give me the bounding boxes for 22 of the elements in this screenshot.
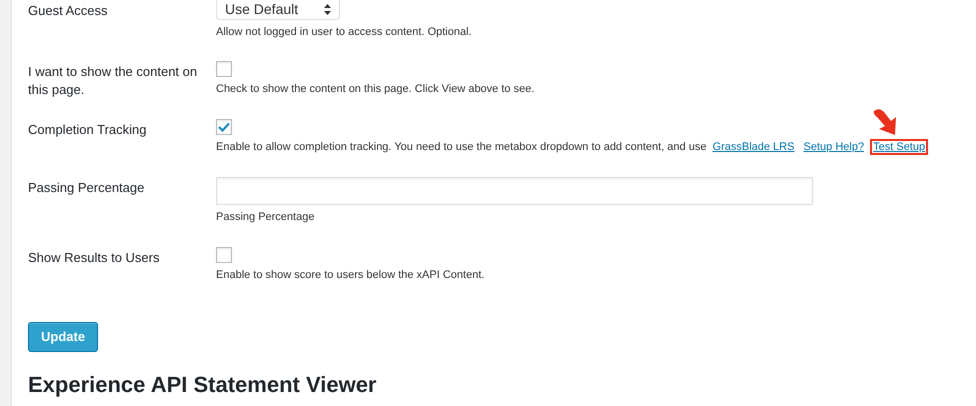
- field-label: Guest Access: [28, 3, 108, 18]
- select-field[interactable]: Use Default: [216, 0, 340, 20]
- input-field[interactable]: [216, 177, 813, 205]
- help-link[interactable]: Setup Help?: [800, 139, 868, 155]
- update-button[interactable]: Update: [28, 322, 98, 352]
- section-heading: Experience API Statement Viewer: [28, 371, 378, 398]
- checkbox[interactable]: [216, 61, 232, 77]
- select-arrows-icon: [324, 4, 331, 15]
- checkmark-icon: [218, 122, 230, 132]
- help-text: Enable to allow completion tracking. You need to use the metabox dropdown to add content, and use: [216, 141, 706, 153]
- field-label: Passing Percentage: [28, 180, 144, 195]
- field-label: I want to show the content on this page.: [28, 64, 198, 97]
- help-link[interactable]: Test Setup: [870, 139, 928, 155]
- field-label: Completion Tracking: [28, 122, 146, 137]
- checkbox[interactable]: [216, 247, 232, 263]
- help-link[interactable]: GrassBlade LRS: [710, 139, 798, 155]
- checkbox[interactable]: [216, 119, 232, 135]
- field-label: Show Results to Users: [28, 250, 160, 265]
- help-text: Check to show the content on this page. Click View above to see.: [216, 83, 534, 95]
- help-text: Allow not logged in user to access content. Optional.: [216, 26, 472, 38]
- help-text: Enable to show score to users below the xAPI Content.: [216, 269, 484, 281]
- help-text: Passing Percentage: [216, 211, 314, 223]
